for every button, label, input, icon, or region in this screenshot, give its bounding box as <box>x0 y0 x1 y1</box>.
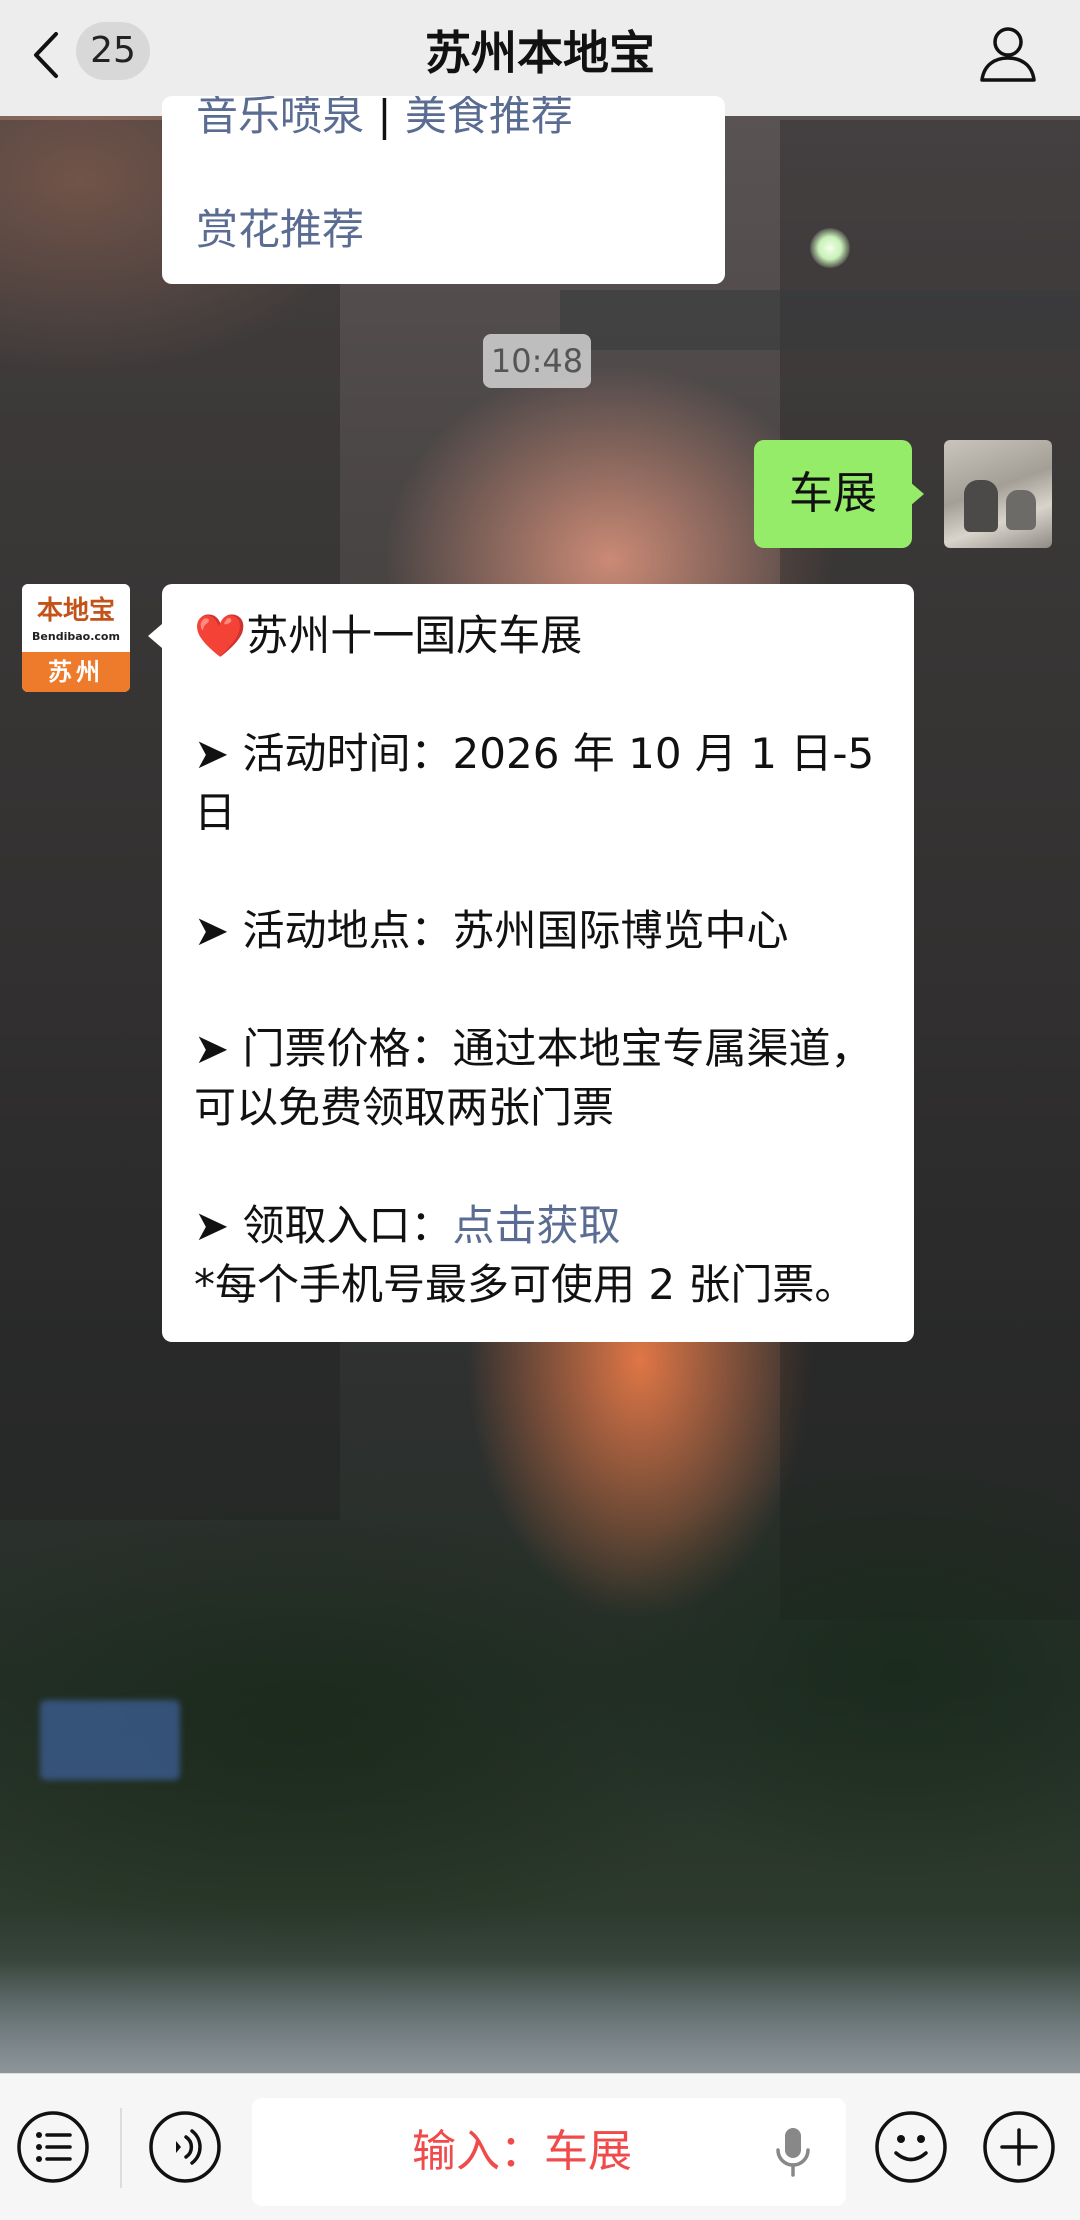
previous-message-line1: 音乐喷泉 | 美食推荐 <box>196 96 573 144</box>
avatar-city: 苏州 <box>22 652 130 692</box>
traffic-light <box>810 228 850 268</box>
traffic-beam <box>560 290 1080 350</box>
user-message-bubble[interactable]: 车展 <box>754 440 912 548</box>
avatar-figure <box>964 480 998 532</box>
road-sign <box>40 1700 180 1780</box>
page-title: 苏州本地宝 <box>425 26 655 80</box>
music-fountain-link[interactable]: 音乐喷泉 <box>196 96 364 140</box>
avatar-figure <box>1006 490 1036 530</box>
event-time: ➤ 活动时间：2026 年 10 月 1 日-5 日 <box>194 729 875 837</box>
flower-recommendation-link[interactable]: 赏花推荐 <box>196 202 364 258</box>
link-separator: | <box>364 96 405 140</box>
divider <box>120 2108 122 2188</box>
avatar-brand: 本地宝 <box>36 596 115 626</box>
bot-message-text: ❤️苏州十一国庆车展 ➤ 活动时间：2026 年 10 月 1 日-5 日 ➤ … <box>194 606 894 1314</box>
event-title: ❤️苏州十一国庆车展 <box>194 611 583 660</box>
previous-message-bubble: 音乐喷泉 | 美食推荐 赏花推荐 <box>162 96 725 284</box>
user-bubble-tail <box>910 482 924 506</box>
input-hint-text: 输入：车展 <box>412 2126 632 2177</box>
ticket-note: *每个手机号最多可使用 2 张门票。 <box>194 1260 857 1309</box>
plus-icon[interactable] <box>982 2110 1056 2184</box>
event-place: ➤ 活动地点：苏州国际博览中心 <box>194 906 789 955</box>
food-recommendation-link[interactable]: 美食推荐 <box>405 96 573 140</box>
emoji-icon[interactable] <box>874 2110 948 2184</box>
person-icon[interactable] <box>976 22 1040 86</box>
bot-bubble-tail <box>148 624 162 648</box>
ticket-entry: ➤ 领取入口：点击获取 <box>194 1196 894 1255</box>
list-icon[interactable] <box>16 2110 90 2184</box>
input-bar: 输入：车展 <box>0 2073 1080 2220</box>
get-tickets-link[interactable]: 点击获取 <box>453 1201 621 1250</box>
mic-icon[interactable] <box>772 2126 814 2178</box>
bot-avatar[interactable]: 本地宝 Bendibao.com 苏州 <box>22 584 130 692</box>
ticket-price: ➤ 门票价格：通过本地宝专属渠道，可以免费领取两张门票 <box>194 1024 873 1132</box>
user-avatar[interactable] <box>944 440 1052 548</box>
message-timestamp: 10:48 <box>483 334 591 388</box>
bot-message-bubble[interactable]: ❤️苏州十一国庆车展 ➤ 活动时间：2026 年 10 月 1 日-5 日 ➤ … <box>162 584 914 1342</box>
cars <box>0 1960 1080 2080</box>
entry-label: ➤ 领取入口： <box>194 1201 453 1250</box>
avatar-site: Bendibao.com <box>32 630 120 643</box>
voice-icon[interactable] <box>148 2110 222 2184</box>
message-input[interactable]: 输入：车展 <box>252 2098 846 2206</box>
